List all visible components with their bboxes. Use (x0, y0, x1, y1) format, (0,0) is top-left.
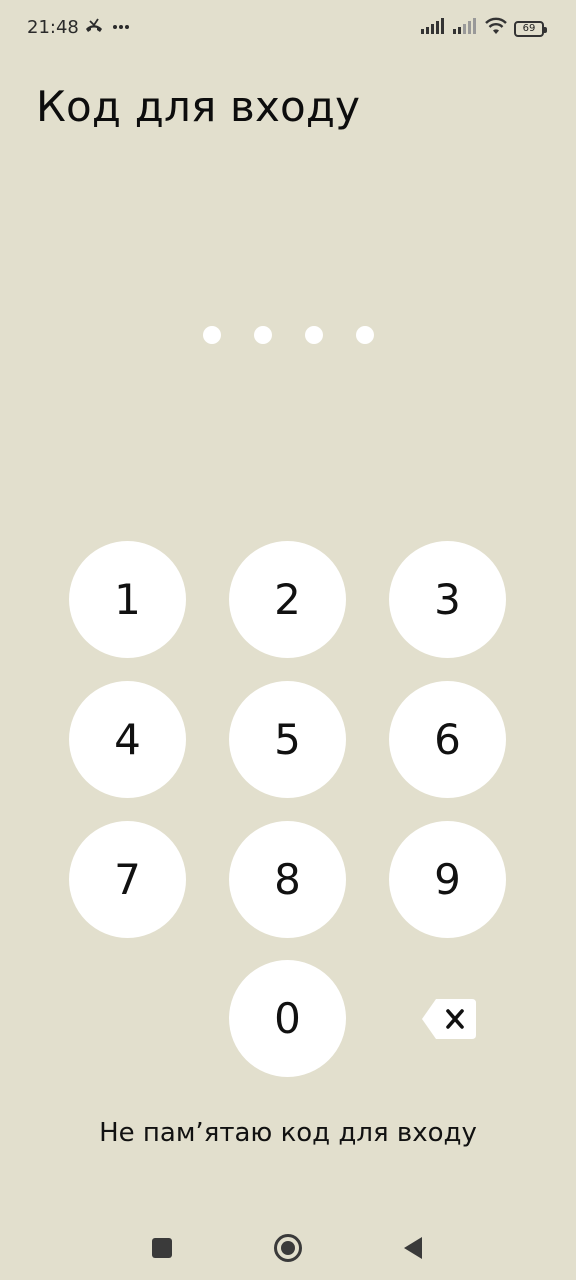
backspace-button[interactable] (420, 997, 478, 1041)
missed-call-icon (84, 17, 104, 42)
forgot-code-link[interactable]: Не пам’ятаю код для входу (0, 1118, 576, 1148)
status-bar: 21:48 69 (0, 0, 576, 56)
key-4[interactable]: 4 (69, 681, 186, 798)
numeric-keypad: 1 2 3 4 5 6 7 8 9 0 (0, 0, 576, 1280)
status-icons: 69 (420, 16, 547, 41)
battery-level: 69 (522, 23, 536, 34)
key-6[interactable]: 6 (389, 681, 506, 798)
pin-dot (304, 326, 323, 344)
status-time: 21:48 (27, 17, 79, 38)
key-7[interactable]: 7 (69, 821, 186, 938)
signal-icon (452, 17, 478, 40)
key-0[interactable]: 0 (229, 960, 346, 1077)
key-8[interactable]: 8 (229, 821, 346, 938)
page-title: Код для входу (36, 82, 361, 131)
key-2[interactable]: 2 (229, 541, 346, 658)
battery-icon: 69 (514, 20, 547, 37)
pin-indicator (0, 326, 576, 344)
pin-dot (355, 326, 374, 344)
key-3[interactable]: 3 (389, 541, 506, 658)
signal-icon (420, 17, 446, 40)
more-dots-icon (112, 17, 130, 42)
home-icon[interactable] (270, 1230, 306, 1266)
pin-dot (253, 326, 272, 344)
navigation-bar (0, 1216, 576, 1280)
key-5[interactable]: 5 (229, 681, 346, 798)
back-icon[interactable] (395, 1230, 431, 1266)
backspace-icon (422, 999, 476, 1039)
key-9[interactable]: 9 (389, 821, 506, 938)
pin-dot (202, 326, 221, 344)
key-1[interactable]: 1 (69, 541, 186, 658)
wifi-icon (484, 16, 508, 41)
recent-apps-icon[interactable] (144, 1230, 180, 1266)
